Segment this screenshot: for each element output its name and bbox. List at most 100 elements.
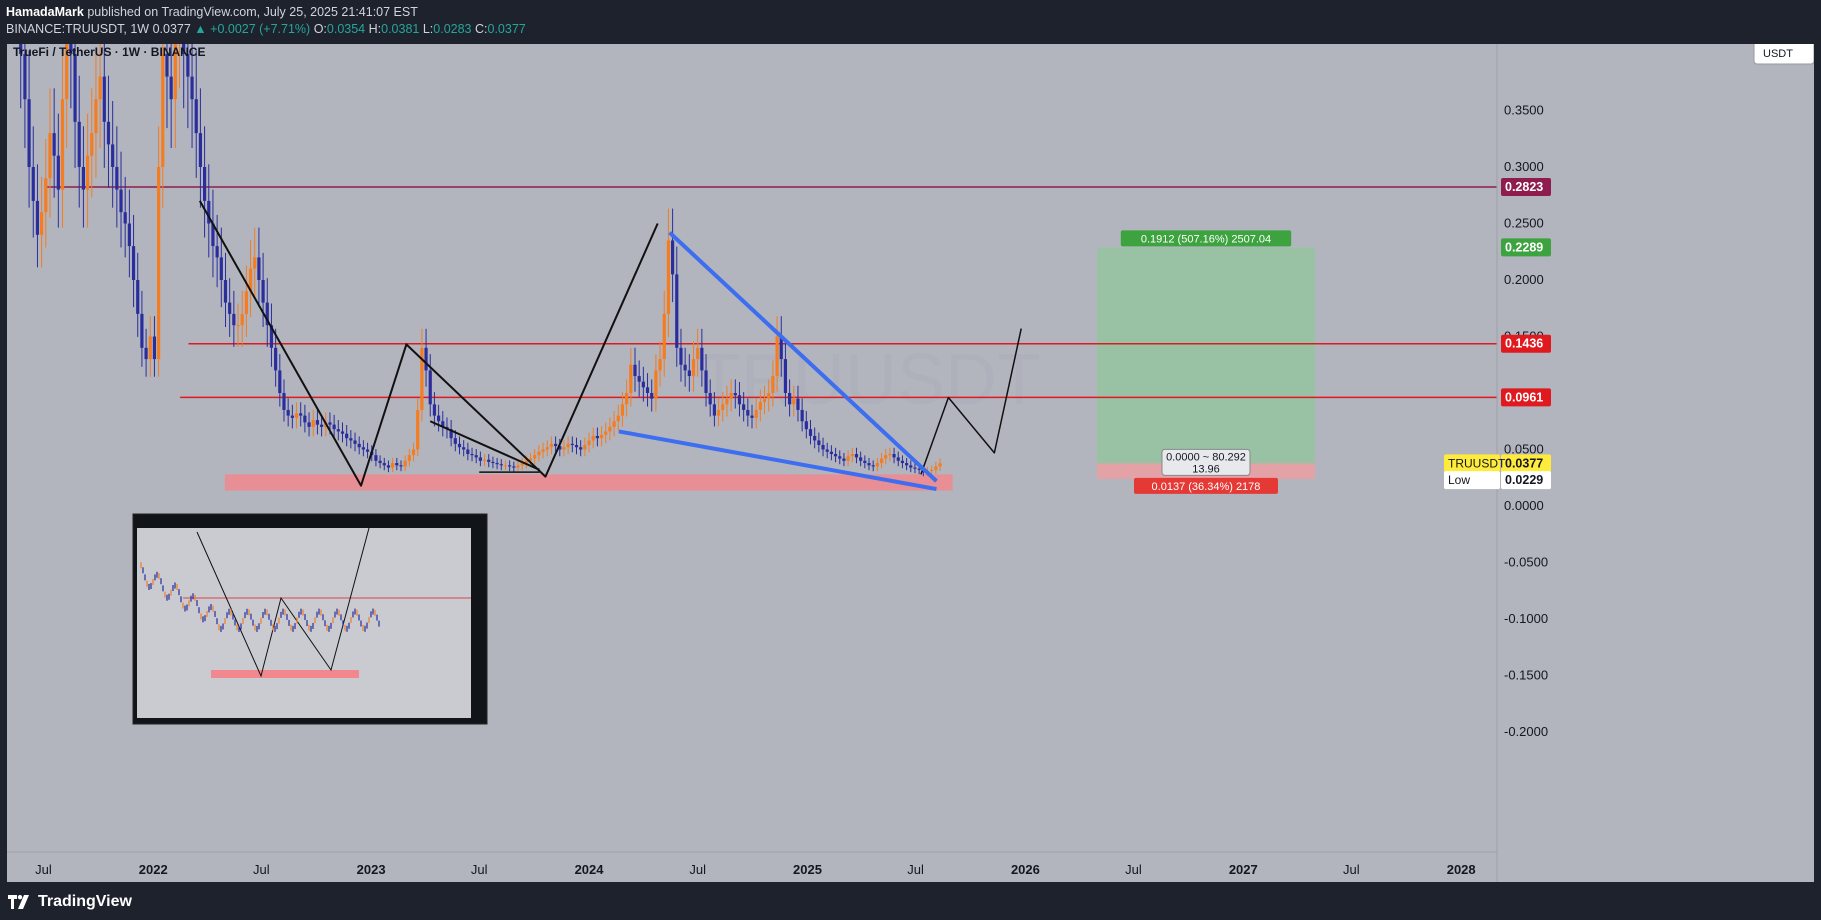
candle[interactable] — [825, 442, 829, 459]
currency-label[interactable]: USDT — [1763, 48, 1793, 60]
candle[interactable] — [499, 459, 503, 471]
candle[interactable] — [566, 436, 570, 455]
candle[interactable] — [495, 457, 499, 470]
candle[interactable] — [357, 436, 361, 455]
candle[interactable] — [311, 409, 315, 437]
candle[interactable] — [516, 460, 520, 473]
candle[interactable] — [892, 447, 896, 464]
candle[interactable] — [829, 445, 833, 461]
candle[interactable] — [94, 50, 98, 178]
candle[interactable] — [374, 449, 378, 467]
candle[interactable] — [127, 189, 131, 278]
candle[interactable] — [31, 126, 35, 238]
candle[interactable] — [462, 440, 466, 457]
candle[interactable] — [879, 452, 884, 469]
candle[interactable] — [817, 432, 821, 453]
candle[interactable] — [625, 379, 629, 417]
candle[interactable] — [340, 422, 345, 443]
candle[interactable] — [520, 457, 524, 471]
candle[interactable] — [541, 442, 545, 459]
candle[interactable] — [428, 354, 432, 417]
author-name[interactable]: HamadaMark — [6, 5, 84, 19]
candle[interactable] — [278, 354, 282, 407]
candle[interactable] — [232, 290, 236, 347]
candle[interactable] — [637, 360, 641, 397]
candle[interactable] — [683, 347, 687, 387]
currency-button[interactable]: USDT — [1753, 44, 1814, 65]
candle[interactable] — [140, 290, 144, 367]
candle[interactable] — [420, 328, 424, 422]
candle[interactable] — [391, 457, 395, 473]
candle[interactable] — [833, 447, 838, 463]
candle[interactable] — [549, 436, 554, 455]
candle[interactable] — [65, 44, 69, 149]
candle[interactable] — [608, 417, 612, 441]
candle[interactable] — [282, 379, 286, 422]
candle[interactable] — [353, 432, 357, 452]
candle[interactable] — [253, 227, 257, 298]
candle[interactable] — [399, 460, 403, 472]
candle[interactable] — [411, 442, 416, 462]
candle[interactable] — [386, 460, 391, 473]
candle[interactable] — [474, 449, 478, 464]
candle[interactable] — [595, 427, 599, 447]
candle[interactable] — [269, 303, 274, 367]
candle[interactable] — [562, 440, 566, 457]
candle[interactable] — [512, 461, 516, 473]
candle[interactable] — [290, 404, 294, 429]
candle[interactable] — [81, 126, 86, 228]
candles[interactable] — [7, 44, 942, 477]
candle[interactable] — [574, 437, 579, 455]
candle[interactable] — [867, 457, 871, 471]
candle[interactable] — [938, 458, 942, 472]
candle[interactable] — [211, 189, 215, 278]
candle[interactable] — [666, 208, 671, 337]
candle[interactable] — [808, 419, 813, 445]
tradingview-logo[interactable]: TradingView — [8, 893, 132, 911]
candle[interactable] — [228, 278, 232, 337]
candle[interactable] — [361, 440, 365, 457]
candle[interactable] — [336, 419, 340, 441]
candle[interactable] — [40, 176, 44, 268]
candle[interactable] — [691, 341, 696, 392]
candle[interactable] — [441, 411, 445, 437]
candle[interactable] — [90, 88, 94, 198]
target-zone[interactable] — [1097, 247, 1315, 464]
candle[interactable] — [905, 457, 909, 471]
candle[interactable] — [307, 412, 311, 437]
candle[interactable] — [123, 176, 127, 258]
candle[interactable] — [98, 44, 102, 149]
candle[interactable] — [687, 354, 691, 392]
support-zone[interactable] — [224, 474, 953, 491]
candle[interactable] — [871, 460, 875, 472]
candle[interactable] — [545, 440, 549, 457]
candle[interactable] — [169, 44, 173, 149]
candle[interactable] — [194, 50, 198, 178]
candle[interactable] — [842, 452, 846, 467]
candle[interactable] — [503, 460, 508, 471]
candle[interactable] — [106, 75, 111, 188]
candle[interactable] — [202, 126, 207, 238]
candle[interactable] — [303, 404, 307, 433]
candle[interactable] — [599, 426, 604, 447]
candle[interactable] — [102, 44, 106, 168]
candle[interactable] — [612, 411, 616, 437]
candle[interactable] — [131, 214, 136, 308]
candle[interactable] — [457, 436, 462, 455]
candle[interactable] — [875, 457, 879, 472]
candle[interactable] — [449, 419, 453, 447]
candle[interactable] — [119, 151, 123, 248]
candle[interactable] — [395, 457, 399, 471]
candle[interactable] — [349, 430, 353, 449]
candle[interactable] — [85, 113, 90, 228]
candle[interactable] — [424, 328, 428, 387]
candle[interactable] — [679, 328, 683, 382]
candle[interactable] — [466, 442, 470, 461]
candle[interactable] — [236, 303, 240, 347]
candle[interactable] — [378, 455, 382, 469]
candle[interactable] — [148, 316, 152, 377]
candle[interactable] — [813, 427, 817, 449]
candle[interactable] — [35, 164, 40, 268]
candle[interactable] — [223, 252, 228, 328]
candle[interactable] — [265, 278, 269, 347]
